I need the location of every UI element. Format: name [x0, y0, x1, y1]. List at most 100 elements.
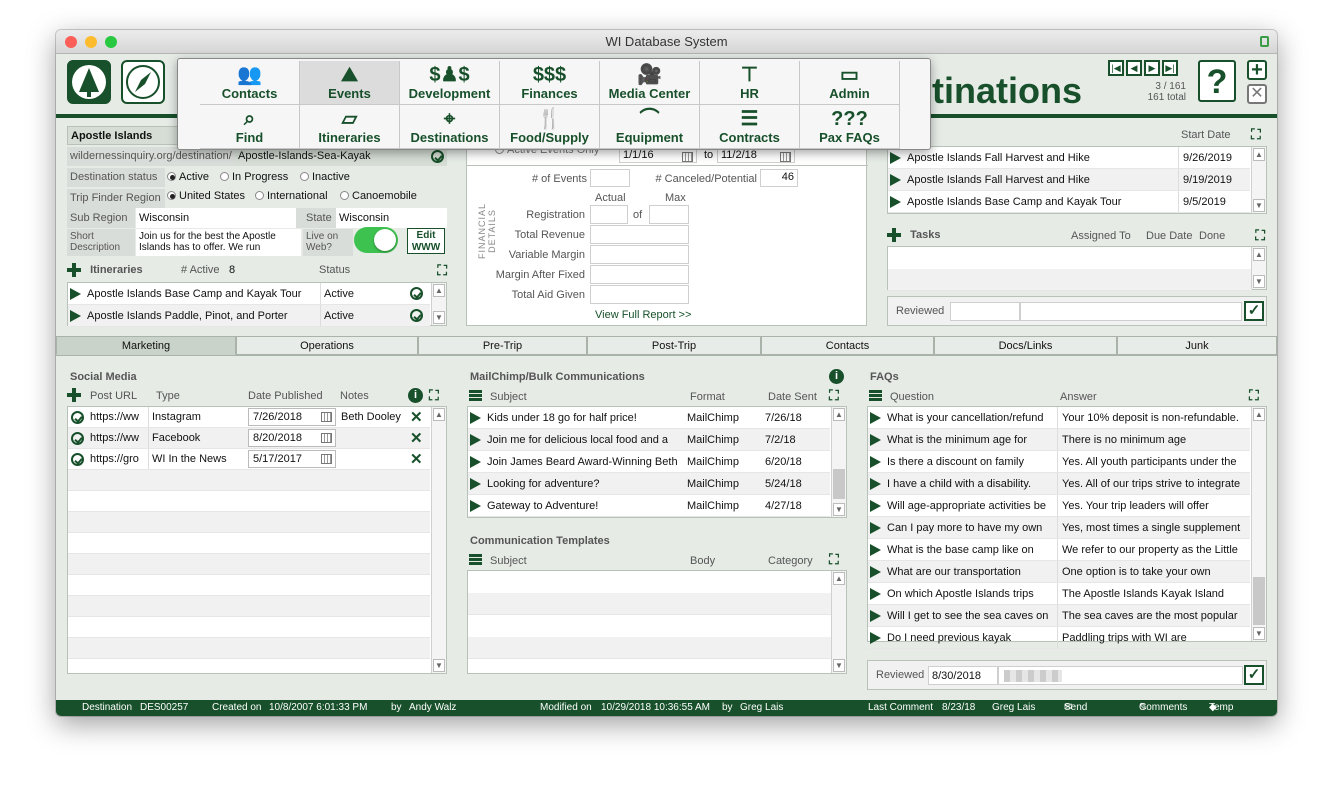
full-report-link[interactable]: View Full Report >>: [595, 309, 691, 321]
play-icon[interactable]: [470, 500, 481, 513]
state-field[interactable]: Wisconsin: [336, 208, 447, 228]
menu-item-hr[interactable]: ⊤ HR: [700, 61, 800, 105]
play-icon[interactable]: [870, 478, 881, 491]
menu-item-pax-faqs[interactable]: ??? Pax FAQs: [800, 105, 900, 149]
add-social-icon[interactable]: [67, 388, 81, 402]
scrollbar[interactable]: ▲ ▼: [1251, 147, 1266, 213]
next-record-button[interactable]: ▶: [1144, 60, 1160, 76]
help-button[interactable]: ?: [1198, 60, 1236, 102]
play-icon[interactable]: [870, 610, 881, 623]
minimize-window-button[interactable]: [85, 36, 97, 48]
tab-contacts[interactable]: Contacts: [761, 336, 934, 355]
calendar-icon[interactable]: [321, 454, 332, 464]
logo-tree-icon[interactable]: [67, 60, 111, 104]
table-row[interactable]: What is the minimum age for There is no m…: [868, 429, 1250, 451]
table-row[interactable]: On which Apostle Islands trips The Apostl…: [868, 583, 1250, 605]
registration-actual[interactable]: [590, 205, 628, 224]
table-row[interactable]: Apostle Islands Paddle, Pinot, and Porte…: [68, 305, 430, 327]
table-row[interactable]: https://gro WI In the News 5/17/2017 ✕: [68, 449, 430, 470]
table-row[interactable]: What is the base camp like on We refer to…: [868, 539, 1250, 561]
go-link-icon[interactable]: [71, 432, 84, 445]
tab-operations[interactable]: Operations: [236, 336, 418, 355]
play-icon[interactable]: [470, 434, 481, 447]
radio-active[interactable]: Active: [167, 168, 209, 187]
table-row[interactable]: Apostle Islands Fall Harvest and Hike 9/2…: [888, 147, 1250, 169]
table-row[interactable]: What are our transportation One option is…: [868, 561, 1250, 583]
menu-item-contacts[interactable]: 👥 Contacts: [200, 61, 300, 105]
subregion-field[interactable]: Wisconsin: [136, 208, 296, 228]
delete-icon[interactable]: ✕: [410, 449, 423, 469]
table-row[interactable]: Can I pay more to have my own Yes, most t…: [868, 517, 1250, 539]
expand-icon[interactable]: ⛶: [829, 552, 839, 566]
play-icon[interactable]: [870, 588, 881, 601]
radio-canoemobile[interactable]: Canoemobile: [340, 187, 417, 206]
go-link-icon[interactable]: [431, 150, 444, 163]
go-link-icon[interactable]: [410, 287, 423, 300]
fin-line-value[interactable]: [590, 225, 689, 244]
tab-junk[interactable]: Junk: [1117, 336, 1277, 355]
delete-icon[interactable]: ✕: [410, 428, 423, 448]
post-notes[interactable]: Beth Dooley: [341, 407, 401, 427]
menu-item-food-supply[interactable]: 🍴 Food/Supply: [500, 105, 600, 149]
menu-item-destinations[interactable]: ⌖ Destinations: [400, 105, 500, 149]
table-row[interactable]: Join me for delicious local food and a Ma…: [468, 429, 830, 451]
play-icon[interactable]: [870, 434, 881, 447]
menu-item-find[interactable]: ⌕ Find: [200, 105, 300, 149]
go-link-icon[interactable]: [71, 411, 84, 424]
menu-item-events[interactable]: ⛰ Events: [300, 61, 400, 105]
menu-item-contracts[interactable]: ☰ Contracts: [700, 105, 800, 149]
calendar-icon[interactable]: [780, 152, 791, 162]
table-row[interactable]: https://ww Facebook 8/20/2018 ✕: [68, 428, 430, 449]
play-icon[interactable]: [470, 412, 481, 425]
reviewed-by-field[interactable]: [1020, 302, 1242, 321]
zoom-window-button[interactable]: [105, 36, 117, 48]
scrollbar[interactable]: ▲ ▼: [431, 283, 446, 325]
post-url[interactable]: https://gro: [90, 449, 146, 469]
table-row[interactable]: Is there a discount on family Yes. All yo…: [868, 451, 1250, 473]
radio-button[interactable]: [220, 172, 229, 181]
expand-icon[interactable]: ⛶: [1249, 388, 1259, 402]
edit-www-button[interactable]: Edit WWW: [407, 228, 445, 254]
tab-pre-trip[interactable]: Pre-Trip: [418, 336, 587, 355]
post-url[interactable]: https://ww: [90, 428, 146, 448]
post-url[interactable]: https://ww: [90, 407, 146, 427]
play-icon[interactable]: [70, 310, 81, 323]
table-row[interactable]: Looking for adventure? MailChimp 5/24/18: [468, 473, 830, 495]
scrollbar[interactable]: ▲ ▼: [831, 571, 846, 673]
play-icon[interactable]: [870, 522, 881, 535]
menu-item-development[interactable]: $♟$ Development: [400, 61, 500, 105]
last-record-button[interactable]: ▶|: [1162, 60, 1178, 76]
compass-icon[interactable]: [121, 60, 165, 104]
date-published-field[interactable]: 7/26/2018: [248, 408, 336, 426]
table-row[interactable]: Do I need previous kayak Paddling trips w…: [868, 627, 1250, 649]
short-desc-field[interactable]: Join us for the best the Apostle Islands…: [136, 229, 301, 256]
scrollbar[interactable]: ▲ ▼: [1251, 407, 1266, 641]
radio-button[interactable]: [167, 191, 176, 200]
play-icon[interactable]: [870, 500, 881, 513]
scrollbar[interactable]: ▲ ▼: [831, 407, 846, 517]
radio-united-states[interactable]: United States: [167, 187, 245, 206]
fin-line-value[interactable]: [590, 245, 689, 264]
scrollbar[interactable]: ▲ ▼: [1251, 247, 1266, 289]
hamburger-icon[interactable]: [469, 554, 482, 565]
tab-marketing[interactable]: Marketing: [56, 336, 236, 355]
table-row[interactable]: Join James Beard Award-Winning Beth MailC…: [468, 451, 830, 473]
play-icon[interactable]: [890, 152, 901, 165]
date-published-field[interactable]: 5/17/2017: [248, 450, 336, 468]
post-type[interactable]: Instagram: [148, 407, 244, 427]
expand-icon[interactable]: ⛶: [429, 388, 439, 402]
calendar-icon[interactable]: [321, 433, 332, 443]
play-icon[interactable]: [870, 544, 881, 557]
delete-icon[interactable]: ✕: [410, 407, 423, 427]
play-icon[interactable]: [890, 174, 901, 187]
play-icon[interactable]: [70, 288, 81, 301]
close-window-button[interactable]: [65, 36, 77, 48]
reviewed-checkbox[interactable]: ✓: [1244, 301, 1264, 321]
calendar-icon[interactable]: [682, 152, 693, 162]
hamburger-icon[interactable]: [869, 390, 882, 401]
hamburger-icon[interactable]: [469, 390, 482, 401]
table-row[interactable]: Gateway to Adventure! MailChimp 4/27/18: [468, 495, 830, 517]
play-icon[interactable]: [470, 456, 481, 469]
expand-icon[interactable]: ⛶: [1251, 127, 1261, 141]
calendar-icon[interactable]: [321, 412, 332, 422]
